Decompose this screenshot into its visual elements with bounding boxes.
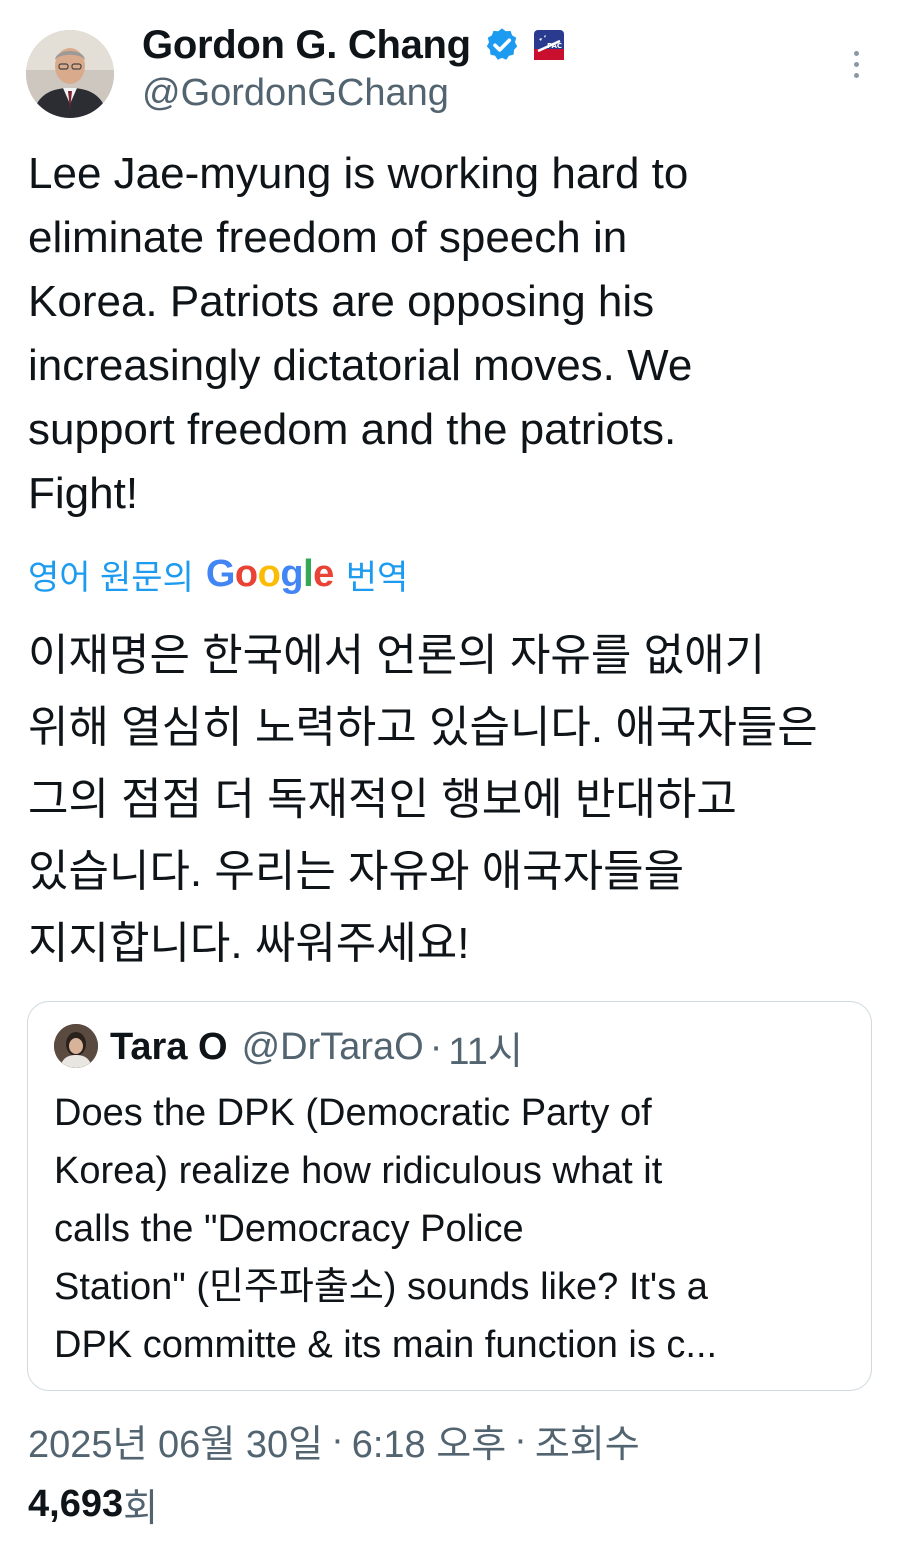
verified-badge-icon[interactable]	[483, 26, 521, 64]
more-options-button[interactable]	[838, 44, 874, 84]
google-logo-letter: l	[303, 552, 314, 595]
tweet-meta: 2025년 06월 30일 · 6:18 오후 · 조회수	[28, 1412, 640, 1468]
meta-separator: ·	[514, 1418, 527, 1461]
author-avatar[interactable]	[26, 30, 114, 118]
more-dot-icon	[853, 50, 859, 56]
author-handle[interactable]: @GordonGChang	[142, 72, 449, 115]
tweet: Gordon G. Chang PAC @GordonGChang Lee Ja…	[0, 0, 900, 1548]
quote-time[interactable]: 11시	[448, 1020, 522, 1075]
google-logo-letter: g	[280, 552, 304, 595]
tweet-date[interactable]: 2025년 06월 30일	[28, 1413, 323, 1468]
translated-text: 이재명은 한국에서 언론의 자유를 없애기 위해 열심히 노력하고 있습니다. …	[28, 631, 818, 968]
quote-author-avatar[interactable]	[54, 1024, 98, 1068]
google-logo-letter: o	[234, 552, 258, 595]
google-logo-letter: o	[257, 552, 281, 595]
translate-suffix: 번역	[345, 558, 409, 597]
quote-header: Tara O @DrTaraO · 11시	[110, 1020, 523, 1075]
quote-author-handle[interactable]: @DrTaraO	[242, 1026, 424, 1069]
views-count: 4,693	[28, 1482, 124, 1525]
views-unit: 회	[123, 1487, 159, 1530]
google-logo-icon: Google	[206, 553, 334, 596]
tweet-text: Lee Jae-myung is working hard to elimina…	[28, 149, 693, 518]
translate-link[interactable]: 영어 원문의 Google 번역	[28, 546, 408, 602]
quote-text: Does the DPK (Democratic Party of Korea)…	[54, 1092, 718, 1366]
more-dot-icon	[853, 72, 859, 78]
more-dot-icon	[853, 61, 859, 67]
views-row[interactable]: 4,693 회	[28, 1476, 158, 1532]
translate-prefix: 영어 원문의	[28, 558, 194, 597]
author-name[interactable]: Gordon G. Chang	[142, 23, 471, 68]
svg-text:PAC: PAC	[547, 42, 562, 50]
google-logo-letter: e	[313, 552, 334, 595]
quote-separator: ·	[429, 1025, 443, 1068]
quoted-tweet[interactable]: Tara O @DrTaraO · 11시 Does the DPK (Demo…	[27, 1001, 872, 1391]
meta-separator: ·	[331, 1418, 344, 1461]
google-logo-letter: G	[205, 552, 236, 595]
author-name-row: Gordon G. Chang PAC	[142, 20, 565, 70]
views-label: 조회수	[534, 1423, 640, 1466]
tweet-time[interactable]: 6:18 오후	[352, 1413, 506, 1468]
cpac-badge-icon[interactable]: PAC	[533, 29, 565, 61]
quote-author-name[interactable]: Tara O	[110, 1026, 228, 1069]
